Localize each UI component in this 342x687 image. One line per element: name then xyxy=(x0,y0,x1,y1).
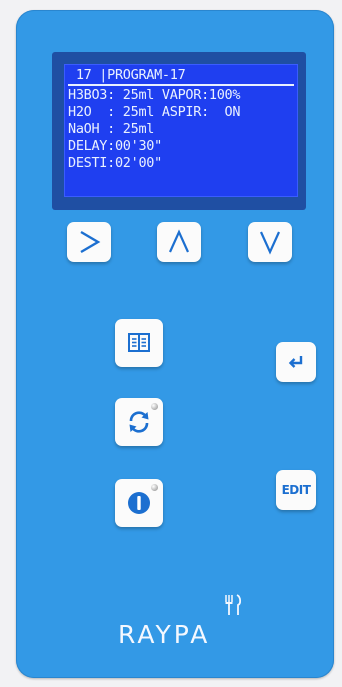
down-button[interactable] xyxy=(248,222,292,262)
edit-button[interactable]: EDIT xyxy=(276,470,316,510)
edit-button-label: EDIT xyxy=(281,483,311,497)
cycle-button[interactable] xyxy=(115,398,163,446)
down-arrow-icon xyxy=(259,231,281,255)
start-stop-led-indicator xyxy=(151,484,158,491)
right-button[interactable] xyxy=(67,222,111,262)
book-icon xyxy=(128,333,150,352)
program-button[interactable] xyxy=(115,319,163,367)
enter-icon xyxy=(288,356,303,368)
display-line-h3bo3: H3BO3: 25ml VAPOR:100% xyxy=(68,87,241,103)
display-line-h2o: H2O : 25ml ASPIR: ON xyxy=(68,104,241,120)
display-line-delay: DELAY:00'30" xyxy=(68,138,162,154)
display-header-underline xyxy=(68,84,294,86)
lcd-display: 17 |PROGRAM-17 H3BO3: 25ml VAPOR:100% H2… xyxy=(64,64,298,197)
display-line-naoh: NaOH : 25ml xyxy=(68,121,155,137)
up-arrow-icon xyxy=(168,229,190,253)
enter-button[interactable] xyxy=(276,342,316,382)
refresh-icon xyxy=(129,411,149,433)
utensils-icon xyxy=(225,594,242,615)
brand-logo: RAYPA xyxy=(118,620,211,649)
power-icon xyxy=(128,492,150,514)
start-stop-button[interactable] xyxy=(115,479,163,527)
right-arrow-icon xyxy=(80,230,101,254)
display-header: 17 |PROGRAM-17 xyxy=(68,67,186,83)
display-line-desti: DESTI:02'00" xyxy=(68,155,162,171)
cycle-led-indicator xyxy=(151,403,158,410)
up-button[interactable] xyxy=(157,222,201,262)
